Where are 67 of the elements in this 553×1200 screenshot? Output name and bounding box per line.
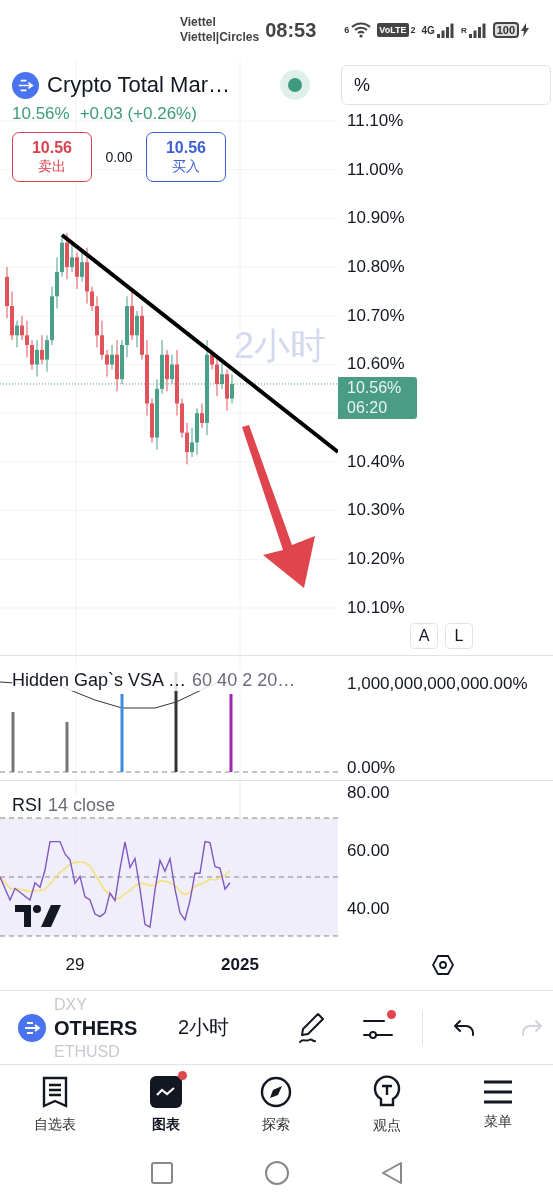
symbol-logo-icon (12, 71, 39, 99)
nav-tab[interactable]: 菜单 (442, 1065, 553, 1145)
axis-label: 60.00 (347, 841, 391, 861)
sim-number: 2 (410, 25, 416, 35)
roaming-label: R (460, 25, 467, 35)
signal-icon (436, 22, 455, 38)
symbol-logo-icon (18, 1013, 46, 1042)
indicator-title: Hidden Gap`s VSA … (12, 670, 187, 691)
nav-tab[interactable]: 图表 (110, 1065, 222, 1145)
brand-logo-icon (15, 905, 61, 927)
axis-label: 80.00 (347, 783, 391, 803)
undo-icon (453, 1017, 477, 1038)
axis-label: 11.00% (347, 159, 405, 180)
symbol-selector[interactable]: OTHERS (54, 1012, 154, 1043)
notification-dot (177, 1071, 187, 1080)
last-price: 10.56% (12, 104, 70, 124)
volume-bar (11, 712, 15, 772)
axis-label: 1,000,000,000,000.00% (347, 674, 529, 694)
nav-tab[interactable]: 观点 (331, 1065, 443, 1145)
axis-label: 10.90% (347, 208, 406, 229)
carrier-name: Viettel (180, 15, 217, 30)
signal-icon (468, 22, 487, 38)
chart-icon (149, 1076, 182, 1108)
axis-label: 10.40% (347, 451, 406, 472)
axis-label: 40.00 (347, 899, 391, 919)
clock-time: 08:53 (265, 18, 317, 42)
carrier-name: Viettel|Circles (180, 30, 260, 45)
last-price-badge: 10.56% 06:20 (338, 376, 417, 419)
home-button[interactable] (264, 1160, 289, 1185)
nav-tab[interactable]: 自选表 (0, 1065, 111, 1145)
indicator-params: 60 40 2 20… (192, 670, 296, 691)
scale-mode-button[interactable]: L (445, 623, 473, 649)
battery-level: 100 (492, 22, 520, 38)
price-change: +0.03 (+0.26%) (79, 104, 197, 124)
axis-label: 10.20% (347, 549, 406, 570)
time-label: 2025 (220, 955, 260, 975)
network-type: 4G (421, 24, 435, 36)
axis-label: 10.80% (347, 257, 406, 277)
interval-selector[interactable]: 2小时 (178, 1014, 230, 1041)
axis-label: 11.10% (347, 110, 405, 131)
lightbulb-icon (372, 1075, 403, 1109)
back-button[interactable] (380, 1160, 403, 1185)
axis-label: 10.60% (347, 354, 406, 375)
menu-icon (482, 1079, 513, 1105)
notification-dot (387, 1009, 396, 1019)
indicator-params: 14 close (48, 795, 116, 816)
axis-label: 0.00% (347, 758, 397, 778)
settings-icon[interactable] (432, 954, 454, 976)
wifi-band-label: 6 (344, 25, 350, 35)
nav-tab[interactable]: 探索 (221, 1065, 332, 1145)
sell-button[interactable]: 10.56 卖出 (12, 132, 92, 182)
axis-label: 10.70% (347, 305, 406, 326)
axis-label: 10.10% (347, 597, 406, 618)
axis-label: 10.30% (347, 500, 406, 521)
scale-field[interactable]: % (341, 65, 551, 105)
wifi-icon (351, 22, 372, 38)
volume-bar (65, 722, 69, 772)
symbol-title[interactable]: Crypto Total Mar… (47, 72, 230, 98)
compass-icon (260, 1076, 293, 1108)
volte-badge: VoLTE (377, 23, 409, 37)
spread-value: 0.00 (104, 149, 134, 165)
recents-button[interactable] (150, 1161, 173, 1184)
bookmark-list-icon (42, 1076, 69, 1108)
buy-button[interactable]: 10.56 买入 (146, 132, 226, 182)
redo-icon (519, 1017, 543, 1038)
scale-mode-button[interactable]: A (410, 623, 438, 649)
time-label: 29 (64, 955, 86, 975)
